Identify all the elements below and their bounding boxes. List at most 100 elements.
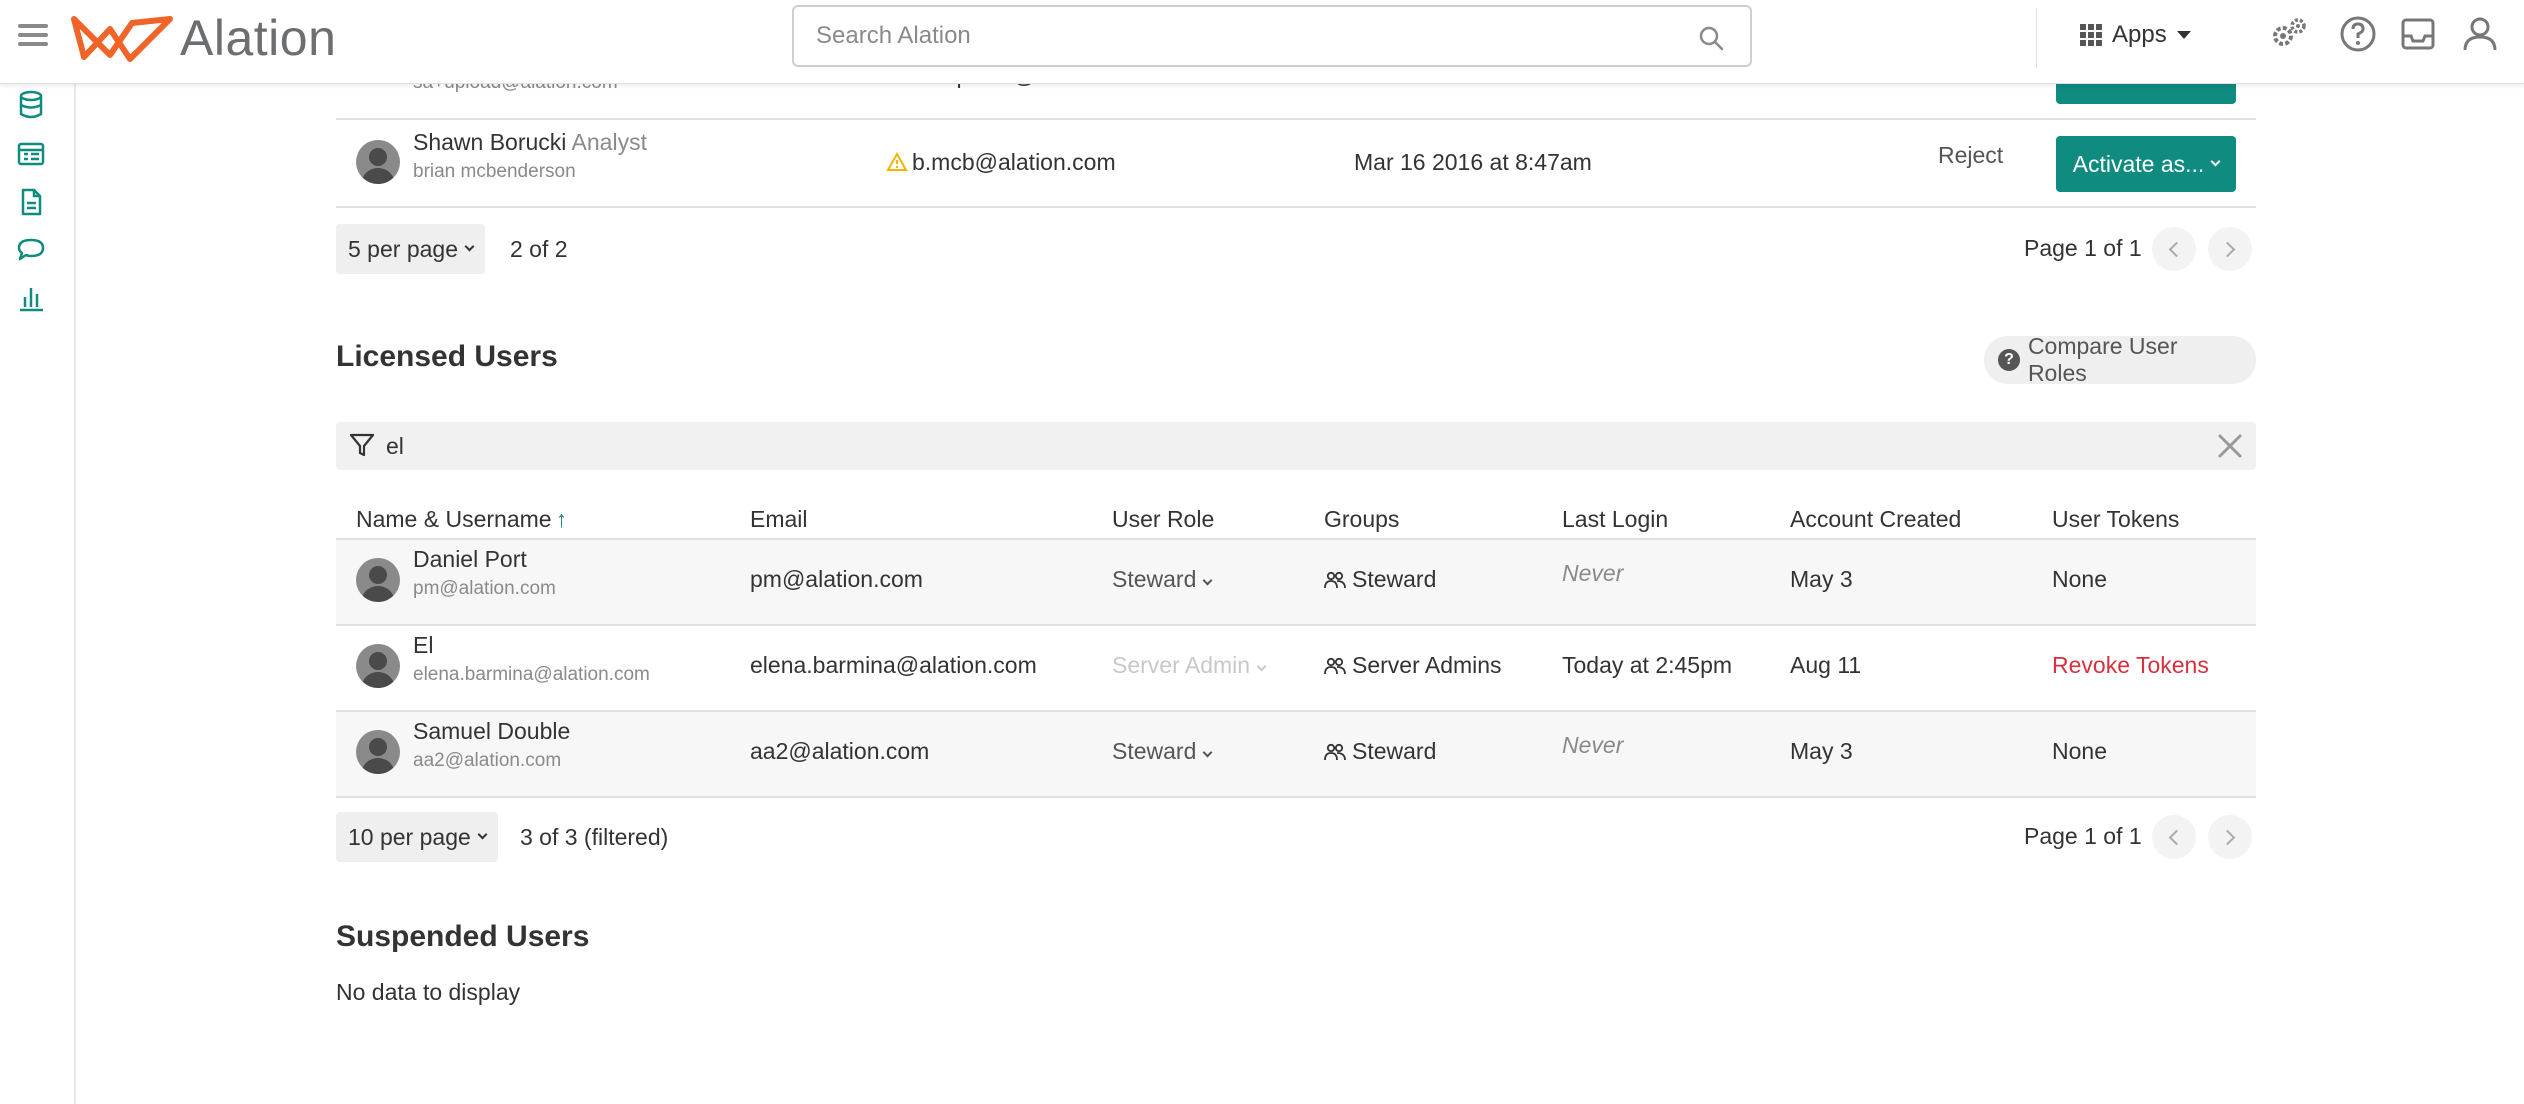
column-header-user-role: User Role <box>1112 506 1215 532</box>
pending-username: brian mcbenderson <box>413 161 576 182</box>
user-account-created: May 3 <box>1790 738 1853 764</box>
table-row: Samuel Double aa2@alation.com aa2@alatio… <box>336 712 2256 798</box>
help-icon[interactable] <box>2338 14 2378 54</box>
activate-as-label: Activate as... <box>2072 150 2205 177</box>
user-full-name: Daniel Port <box>413 546 527 572</box>
topbar-divider <box>2036 8 2037 68</box>
user-role-select[interactable]: Steward <box>1112 738 1213 765</box>
revoke-tokens-link[interactable]: Revoke Tokens <box>2052 652 2209 679</box>
avatar <box>356 558 400 602</box>
compare-user-roles-button[interactable]: ? Compare User Roles <box>1984 333 2256 386</box>
table-icon[interactable] <box>16 139 46 169</box>
avatar <box>356 730 400 774</box>
global-search[interactable] <box>792 5 1752 67</box>
question-circle-icon: ? <box>1998 349 2020 371</box>
pending-count: 2 of 2 <box>510 236 568 262</box>
pending-email-text: b.mcb@alation.com <box>912 149 1116 175</box>
user-last-login: Never <box>1562 732 1624 758</box>
chevron-down-icon <box>1202 575 1213 586</box>
column-header-name-label: Name & Username <box>356 506 552 532</box>
user-full-name: Samuel Double <box>413 718 571 744</box>
pending-next-page-button[interactable] <box>2208 227 2252 271</box>
sort-ascending-icon: ↑ <box>555 506 568 532</box>
pending-page-label: Page 1 of 1 <box>2024 235 2142 261</box>
menu-icon[interactable] <box>16 18 50 52</box>
user-username: aa2@alation.com <box>413 750 562 771</box>
user-filter-input[interactable] <box>386 430 2086 462</box>
avatar <box>356 644 400 688</box>
conversation-icon[interactable] <box>16 235 46 265</box>
user-account-created: May 3 <box>1790 566 1853 592</box>
settings-gears-icon[interactable] <box>2268 14 2308 54</box>
chevron-down-icon <box>2210 156 2221 166</box>
pending-name-text: Shawn Borucki <box>413 129 567 155</box>
user-role-select[interactable]: Steward <box>1112 566 1213 593</box>
user-group: Steward <box>1324 738 1436 765</box>
pending-prev-page-button[interactable] <box>2152 227 2196 271</box>
pending-email: b.mcb@alation.com <box>886 149 1116 176</box>
search-input[interactable] <box>816 17 1676 55</box>
licensed-next-page-button[interactable] <box>2208 815 2252 859</box>
column-header-groups: Groups <box>1324 506 1400 532</box>
column-header-name[interactable]: Name & Username ↑ <box>356 506 567 533</box>
user-account-created: Aug 11 <box>1790 652 1862 678</box>
licensed-prev-page-button[interactable] <box>2152 815 2196 859</box>
user-role-value: Steward <box>1112 738 1197 764</box>
inbox-icon[interactable] <box>2398 14 2438 54</box>
pending-user-row: Shawn Borucki Analyst brian mcbenderson … <box>336 120 2256 208</box>
search-icon[interactable] <box>1698 25 1724 51</box>
user-last-login: Today at 2:45pm <box>1562 652 1733 678</box>
bar-chart-icon[interactable] <box>16 283 46 313</box>
reject-button[interactable]: Reject <box>1938 142 2003 169</box>
document-icon[interactable] <box>16 187 46 217</box>
caret-down-icon <box>2176 31 2191 39</box>
suspended-users-title: Suspended Users <box>336 920 590 953</box>
database-icon[interactable] <box>16 90 46 120</box>
per-page-label: 5 per page <box>348 235 458 262</box>
user-group: Server Admins <box>1324 652 1502 679</box>
apps-grid-icon <box>2080 24 2102 46</box>
table-row: El elena.barmina@alation.com elena.barmi… <box>336 626 2256 712</box>
column-header-user-tokens: User Tokens <box>2052 506 2180 532</box>
group-users-icon <box>1324 571 1346 589</box>
user-username: pm@alation.com <box>413 578 556 599</box>
activate-as-button[interactable]: Activate as... <box>2056 136 2236 192</box>
user-last-login: Never <box>1562 560 1624 586</box>
chevron-down-icon <box>1256 661 1267 672</box>
pending-per-page-select[interactable]: 5 per page <box>336 224 485 274</box>
left-nav-rail <box>0 84 76 1104</box>
user-full-name: El <box>413 632 434 658</box>
warning-icon <box>886 151 908 171</box>
user-email: aa2@alation.com <box>750 738 930 764</box>
compare-user-roles-label: Compare User Roles <box>2027 333 2178 386</box>
licensed-count: 3 of 3 (filtered) <box>520 824 669 850</box>
per-page-label: 10 per page <box>348 823 471 850</box>
user-email: elena.barmina@alation.com <box>750 652 1037 678</box>
user-group-name: Server Admins <box>1352 652 1502 678</box>
user-role-value: Server Admin <box>1112 652 1251 678</box>
chevron-down-icon <box>464 241 475 251</box>
column-header-account-created: Account Created <box>1790 506 1962 532</box>
user-group: Steward <box>1324 566 1436 593</box>
user-role-select: Server Admin <box>1112 652 1267 679</box>
apps-label: Apps <box>2112 21 2167 48</box>
column-header-last-login: Last Login <box>1562 506 1669 532</box>
user-group-name: Steward <box>1352 566 1437 592</box>
user-profile-icon[interactable] <box>2460 14 2500 54</box>
top-bar: Alation Apps <box>0 0 2524 84</box>
suspended-empty-message: No data to display <box>336 979 521 1005</box>
licensed-per-page-select[interactable]: 10 per page <box>336 812 498 862</box>
alation-logo-mark-icon <box>71 16 173 62</box>
user-role-value: Steward <box>1112 566 1197 592</box>
chevron-down-icon <box>477 829 488 839</box>
licensed-page-label: Page 1 of 1 <box>2024 823 2142 849</box>
group-users-icon <box>1324 743 1346 761</box>
column-header-email: Email <box>750 506 808 532</box>
alation-logo[interactable]: Alation <box>70 10 336 66</box>
avatar <box>356 140 400 184</box>
apps-menu-button[interactable]: Apps <box>2080 18 2191 52</box>
table-row: Daniel Port pm@alation.com pm@alation.co… <box>336 540 2256 626</box>
user-username: elena.barmina@alation.com <box>413 664 650 685</box>
close-icon[interactable] <box>2214 430 2246 462</box>
user-tokens: None <box>2052 738 2107 764</box>
